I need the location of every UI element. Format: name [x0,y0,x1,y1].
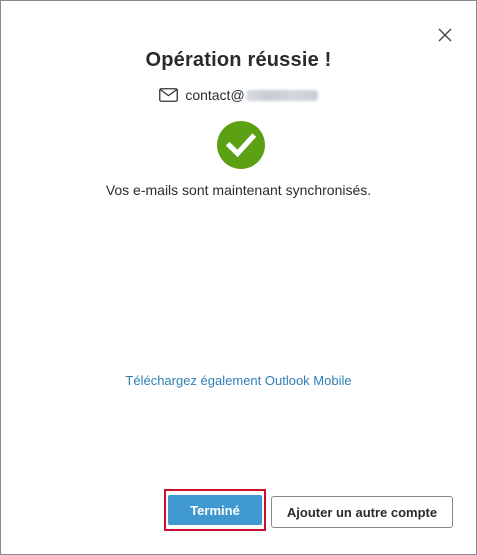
mail-icon [159,87,179,103]
download-outlook-mobile-link[interactable]: Téléchargez également Outlook Mobile [1,373,476,388]
success-dialog: Opération réussie ! contact@ Vos e-mails… [0,0,477,555]
account-email-prefix: contact@ [185,87,245,103]
add-another-account-button[interactable]: Ajouter un autre compte [271,496,453,528]
done-button[interactable]: Terminé [168,495,262,525]
account-email-domain-blurred [245,89,318,101]
dialog-title: Opération réussie ! [145,49,332,71]
sync-message: Vos e-mails sont maintenant synchronisés… [105,182,372,198]
close-button[interactable] [433,23,457,47]
account-row: contact@ [1,87,476,103]
check-circle-icon [217,121,265,169]
close-icon [438,28,452,42]
